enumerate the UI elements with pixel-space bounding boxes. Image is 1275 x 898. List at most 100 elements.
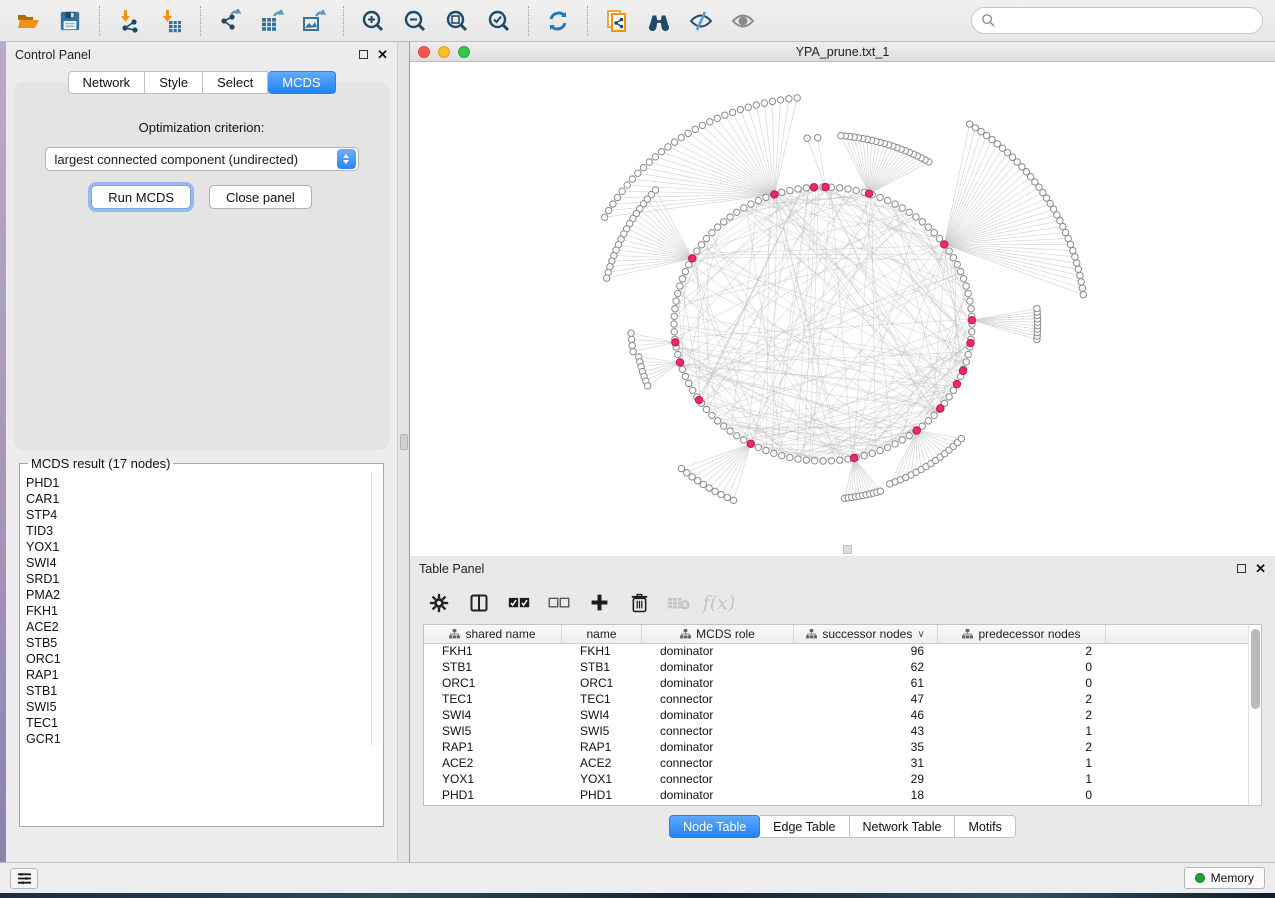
cell-shared-name[interactable]: RAP1 — [424, 740, 562, 756]
tab-mcds[interactable]: MCDS — [268, 71, 335, 94]
cell-MCDS-role[interactable]: connector — [642, 772, 794, 788]
cell-MCDS-role[interactable]: dominator — [642, 644, 794, 660]
find-button[interactable] — [639, 4, 679, 38]
cell-predecessor-nodes[interactable]: 1 — [938, 756, 1106, 772]
column-header-predecessor-nodes[interactable]: predecessor nodes — [938, 625, 1106, 643]
table-row[interactable]: FKH1FKH1dominator962 — [424, 644, 1248, 660]
mcds-node-item[interactable]: STB1 — [26, 683, 383, 699]
close-panel-button[interactable]: Close panel — [209, 185, 312, 209]
show-graphics-details-button[interactable] — [723, 4, 763, 38]
cell-successor-nodes[interactable]: 47 — [794, 692, 938, 708]
search-box[interactable] — [971, 7, 1263, 34]
hide-graphics-details-button[interactable] — [681, 4, 721, 38]
cell-name[interactable]: RAP1 — [562, 740, 642, 756]
scrollbar-thumb[interactable] — [1251, 629, 1260, 709]
zoom-fit-button[interactable] — [437, 4, 477, 38]
cell-predecessor-nodes[interactable]: 2 — [938, 692, 1106, 708]
cell-successor-nodes[interactable]: 18 — [794, 788, 938, 804]
table-row[interactable]: STB1STB1dominator620 — [424, 660, 1248, 676]
table-options-button[interactable] — [424, 588, 454, 618]
float-window-icon[interactable] — [359, 50, 368, 59]
float-window-icon[interactable] — [1237, 564, 1246, 573]
cell-predecessor-nodes[interactable]: 0 — [938, 676, 1106, 692]
mcds-node-item[interactable]: SWI4 — [26, 555, 383, 571]
column-header-name[interactable]: name — [562, 625, 642, 643]
cell-name[interactable]: FKH1 — [562, 644, 642, 660]
deselect-all-button[interactable] — [544, 588, 574, 618]
mcds-node-item[interactable]: STP4 — [26, 507, 383, 523]
export-network-button[interactable] — [210, 4, 250, 38]
cell-name[interactable]: PHD1 — [562, 788, 642, 804]
cell-MCDS-role[interactable]: dominator — [642, 788, 794, 804]
save-session-button[interactable] — [50, 4, 90, 38]
mcds-node-item[interactable]: RAP1 — [26, 667, 383, 683]
cell-name[interactable]: TEC1 — [562, 692, 642, 708]
tab-network-table[interactable]: Network Table — [850, 815, 956, 838]
mcds-node-item[interactable]: SRD1 — [26, 571, 383, 587]
delete-column-button[interactable] — [624, 588, 654, 618]
cell-successor-nodes[interactable]: 35 — [794, 740, 938, 756]
cell-predecessor-nodes[interactable]: 0 — [938, 788, 1106, 804]
mcds-node-item[interactable]: FKH1 — [26, 603, 383, 619]
cell-successor-nodes[interactable]: 43 — [794, 724, 938, 740]
mcds-node-item[interactable]: GCR1 — [26, 731, 383, 747]
export-image-button[interactable] — [294, 4, 334, 38]
cell-successor-nodes[interactable]: 29 — [794, 772, 938, 788]
mcds-node-item[interactable]: YOX1 — [26, 539, 383, 555]
refresh-button[interactable] — [538, 4, 578, 38]
cell-MCDS-role[interactable]: dominator — [642, 740, 794, 756]
cell-name[interactable]: SWI4 — [562, 708, 642, 724]
tab-edge-table[interactable]: Edge Table — [760, 815, 849, 838]
window-minimize-icon[interactable] — [438, 46, 450, 58]
tab-network[interactable]: Network — [68, 71, 146, 94]
cell-predecessor-nodes[interactable]: 1 — [938, 724, 1106, 740]
cell-MCDS-role[interactable]: connector — [642, 756, 794, 772]
table-row[interactable]: TEC1TEC1connector472 — [424, 692, 1248, 708]
cell-predecessor-nodes[interactable]: 0 — [938, 660, 1106, 676]
column-header-shared-name[interactable]: shared name — [424, 625, 562, 643]
panel-splitter[interactable] — [397, 42, 410, 862]
table-vertical-scrollbar[interactable] — [1248, 625, 1261, 805]
add-column-button[interactable] — [584, 588, 614, 618]
cell-successor-nodes[interactable]: 46 — [794, 708, 938, 724]
import-network-button[interactable] — [109, 4, 149, 38]
cell-name[interactable]: SWI5 — [562, 724, 642, 740]
memory-button[interactable]: Memory — [1184, 867, 1265, 889]
mcds-node-item[interactable]: SWI5 — [26, 699, 383, 715]
cell-name[interactable]: ACE2 — [562, 756, 642, 772]
network-graph[interactable] — [410, 62, 1275, 556]
table-row[interactable]: YOX1YOX1connector291 — [424, 772, 1248, 788]
export-table-button[interactable] — [252, 4, 292, 38]
optimization-criterion-select[interactable]: largest connected component (undirected) — [45, 147, 359, 171]
cell-MCDS-role[interactable]: dominator — [642, 676, 794, 692]
run-mcds-button[interactable]: Run MCDS — [91, 185, 191, 209]
cell-shared-name[interactable]: YOX1 — [424, 772, 562, 788]
cell-predecessor-nodes[interactable]: 2 — [938, 740, 1106, 756]
search-input[interactable] — [1001, 13, 1253, 28]
table-row[interactable]: RAP1RAP1dominator352 — [424, 740, 1248, 756]
table-row[interactable]: ACE2ACE2connector311 — [424, 756, 1248, 772]
table-row[interactable]: PHD1PHD1dominator180 — [424, 788, 1248, 804]
cell-shared-name[interactable]: PHD1 — [424, 788, 562, 804]
mcds-node-item[interactable]: TID3 — [26, 523, 383, 539]
zoom-in-button[interactable] — [353, 4, 393, 38]
cell-successor-nodes[interactable]: 62 — [794, 660, 938, 676]
cell-MCDS-role[interactable]: connector — [642, 724, 794, 740]
cell-name[interactable]: STB1 — [562, 660, 642, 676]
tab-select[interactable]: Select — [203, 71, 268, 94]
column-header-MCDS-role[interactable]: MCDS role — [642, 625, 794, 643]
splitter-grip-icon[interactable] — [400, 434, 408, 450]
zoom-selected-button[interactable] — [479, 4, 519, 38]
cell-shared-name[interactable]: STB1 — [424, 660, 562, 676]
window-close-icon[interactable] — [418, 46, 430, 58]
cell-MCDS-role[interactable]: connector — [642, 692, 794, 708]
cell-shared-name[interactable]: ACE2 — [424, 756, 562, 772]
mcds-node-item[interactable]: ORC1 — [26, 651, 383, 667]
cell-shared-name[interactable]: SWI4 — [424, 708, 562, 724]
tab-motifs[interactable]: Motifs — [955, 815, 1015, 838]
clone-network-button[interactable] — [597, 4, 637, 38]
cell-successor-nodes[interactable]: 61 — [794, 676, 938, 692]
cell-shared-name[interactable]: FKH1 — [424, 644, 562, 660]
cell-shared-name[interactable]: TEC1 — [424, 692, 562, 708]
mcds-node-item[interactable]: STB5 — [26, 635, 383, 651]
